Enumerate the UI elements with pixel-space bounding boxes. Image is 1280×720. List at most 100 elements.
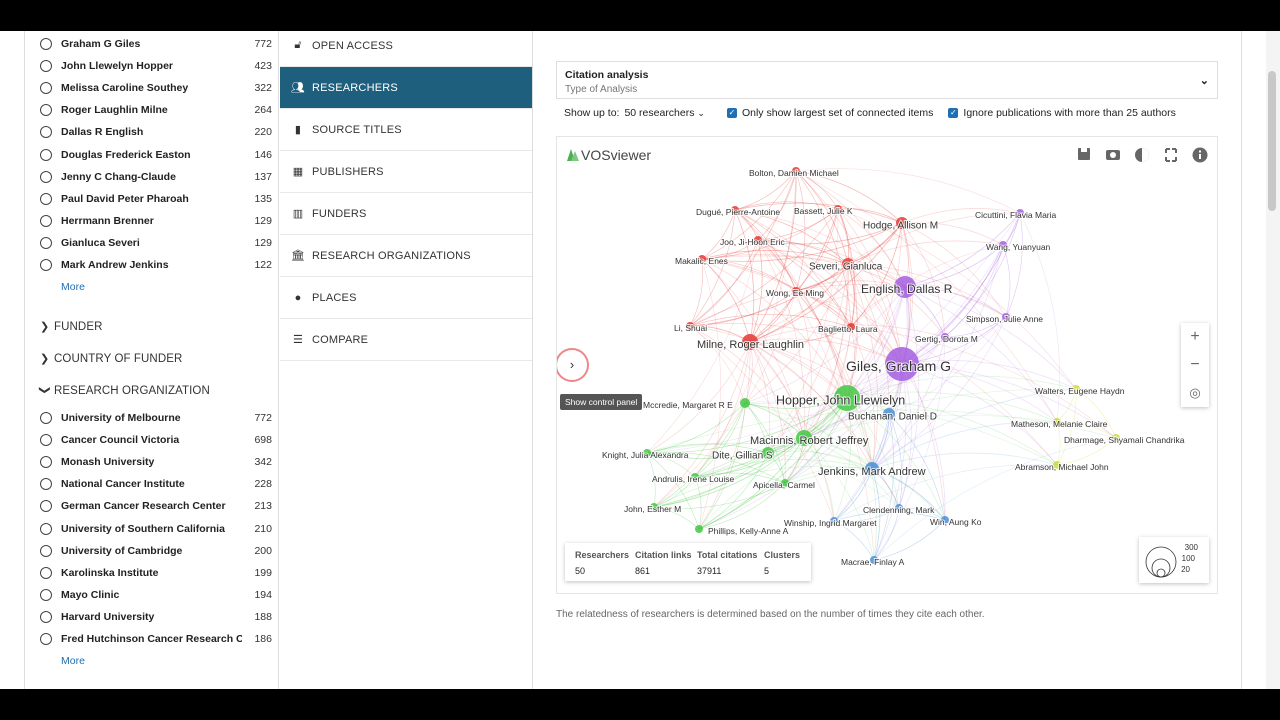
radio-button[interactable]	[40, 456, 52, 469]
network-node-label[interactable]: Andrulis, Irene Louise	[651, 473, 735, 485]
radio-button[interactable]	[40, 259, 52, 271]
section-country-of-funder[interactable]: ❯ COUNTRY OF FUNDER	[40, 352, 182, 366]
brightness-icon[interactable]	[1135, 148, 1149, 162]
nav-item-places[interactable]: ● PLACES	[280, 277, 532, 319]
ignore-pubs-checkbox[interactable]: ✓ Ignore publications with more than 25 …	[948, 107, 1176, 119]
organization-filter-item[interactable]: University of Cambridge 200	[40, 541, 272, 561]
researcher-filter-item[interactable]: Mark Andrew Jenkins 122	[40, 255, 272, 275]
network-node-label[interactable]: Buchanan, Daniel D	[847, 411, 938, 424]
camera-icon[interactable]	[1106, 150, 1120, 160]
radio-button[interactable]	[40, 566, 52, 579]
network-node-label[interactable]: Milne, Roger Laughlin	[696, 338, 805, 352]
network-node-label[interactable]: Matheson, Melanie Claire	[1010, 418, 1109, 430]
network-node-label[interactable]: Walters, Eugene Haydn	[1034, 385, 1126, 397]
radio-button[interactable]	[40, 192, 52, 205]
organization-filter-item[interactable]: Harvard University 188	[40, 607, 272, 627]
network-node[interactable]	[740, 398, 750, 408]
vosviewer-panel[interactable]: Bolton, Damien Michael Dugué, Pierre-Anto…	[556, 136, 1218, 594]
radio-button[interactable]	[40, 126, 52, 139]
nav-item-research-organizations[interactable]: 🏛︎ RESEARCH ORGANIZATIONS	[280, 235, 532, 277]
network-node-label[interactable]: English, Dallas R	[860, 281, 954, 297]
radio-button[interactable]	[40, 148, 52, 161]
info-icon[interactable]	[1192, 147, 1208, 163]
nav-item-researchers[interactable]: 👥︎ RESEARCHERS	[280, 67, 532, 109]
network-node-label[interactable]: Wong, Ee Ming	[765, 287, 825, 299]
network-node-label[interactable]: Hodge, Allison M	[862, 220, 939, 233]
network-node-label[interactable]: Joo, Ji-Hoon Eric	[719, 236, 786, 248]
organization-filter-item[interactable]: University of Southern California 210	[40, 519, 272, 539]
save-icon[interactable]	[1078, 148, 1090, 160]
organization-filter-item[interactable]: University of Melbourne 772	[40, 408, 272, 428]
fullscreen-icon[interactable]	[1165, 148, 1177, 162]
network-node-label[interactable]: Mccredie, Margaret R E	[642, 399, 734, 411]
zoom-in-icon[interactable]: +	[1181, 323, 1209, 351]
radio-button[interactable]	[40, 60, 52, 73]
section-funder[interactable]: ❯ FUNDER	[40, 320, 103, 334]
network-node-label[interactable]: Bolton, Damien Michael	[748, 167, 840, 179]
radio-button[interactable]	[40, 82, 52, 95]
organization-filter-item[interactable]: Cancer Council Victoria 698	[40, 430, 272, 450]
radio-button[interactable]	[40, 588, 52, 601]
researcher-filter-item[interactable]: Graham G Giles 772	[40, 34, 272, 54]
network-node[interactable]	[695, 525, 703, 533]
section-research-organization[interactable]: ❯ RESEARCH ORGANIZATION	[39, 384, 210, 397]
network-node-label[interactable]: Giles, Graham G	[845, 357, 952, 375]
recenter-icon[interactable]: ◎	[1181, 379, 1209, 407]
network-node-label[interactable]: Li, Shuai	[673, 322, 708, 334]
radio-button[interactable]	[40, 500, 52, 513]
radio-button[interactable]	[40, 633, 52, 645]
radio-button[interactable]	[40, 104, 52, 117]
network-node-label[interactable]: Win, Aung Ko	[929, 516, 983, 528]
network-node-label[interactable]: Wang, Yuanyuan	[985, 241, 1052, 253]
radio-button[interactable]	[40, 38, 52, 50]
network-node-label[interactable]: Clendenning, Mark	[862, 504, 936, 516]
scrollbar-thumb[interactable]	[1268, 71, 1276, 211]
network-node-label[interactable]: Hopper, John Llewielyn	[775, 392, 906, 408]
network-node-label[interactable]: Cicuttini, Flavia Maria	[974, 209, 1058, 221]
researcher-filter-item[interactable]: Jenny C Chang-Claude 137	[40, 167, 272, 187]
organization-filter-item[interactable]: Karolinska Institute 199	[40, 563, 272, 583]
radio-button[interactable]	[40, 478, 52, 491]
researchers-more-link[interactable]: More	[61, 281, 85, 293]
radio-button[interactable]	[40, 522, 52, 535]
network-node-label[interactable]: Bassett, Julie K	[793, 205, 854, 217]
network-node-label[interactable]: Apicella, Carmel	[752, 479, 816, 491]
organization-filter-item[interactable]: German Cancer Research Center 213	[40, 496, 272, 516]
largest-set-checkbox[interactable]: ✓ Only show largest set of connected ite…	[726, 107, 933, 119]
nav-item-publishers[interactable]: ▦ PUBLISHERS	[280, 151, 532, 193]
organization-filter-item[interactable]: National Cancer Institute 228	[40, 474, 272, 494]
researcher-filter-item[interactable]: Dallas R English 220	[40, 122, 272, 142]
researcher-filter-item[interactable]: Herrmann Brenner 129	[40, 211, 272, 231]
zoom-out-icon[interactable]: −	[1181, 351, 1209, 379]
researcher-filter-item[interactable]: Roger Laughlin Milne 264	[40, 100, 272, 120]
radio-button[interactable]	[40, 434, 52, 447]
network-map[interactable]: Bolton, Damien Michael Dugué, Pierre-Anto…	[557, 137, 1217, 593]
radio-button[interactable]	[40, 236, 52, 249]
network-node-label[interactable]: John, Esther M	[623, 503, 682, 515]
nav-item-compare[interactable]: ☰ COMPARE	[280, 319, 532, 361]
network-node-label[interactable]: Makalic, Enes	[674, 255, 729, 267]
radio-button[interactable]	[40, 170, 52, 183]
network-node-label[interactable]: Jenkins, Mark Andrew	[817, 465, 927, 479]
researcher-filter-item[interactable]: Douglas Frederick Easton 146	[40, 145, 272, 165]
organization-filter-item[interactable]: Fred Hutchinson Cancer Research Center 18…	[40, 629, 272, 649]
nav-item-funders[interactable]: ▥ FUNDERS	[280, 193, 532, 235]
show-up-to-select[interactable]: 50 researchers ⌄	[624, 107, 705, 119]
network-node-label[interactable]: Dite, Gillian S	[711, 450, 774, 463]
radio-button[interactable]	[40, 214, 52, 227]
network-node-label[interactable]: Gertig, Dorota M	[914, 333, 979, 345]
network-node-label[interactable]: Macrae, Finlay A	[840, 556, 906, 568]
researcher-filter-item[interactable]: Melissa Caroline Southey 322	[40, 78, 272, 98]
network-node-label[interactable]: Simpson, Julie Anne	[965, 313, 1044, 325]
network-node-label[interactable]: Dharmage, Shyamali Chandrika	[1063, 434, 1186, 446]
network-node-label[interactable]: Dugué, Pierre-Antoine	[695, 206, 781, 218]
network-node-label[interactable]: Phillips, Kelly-Anne A	[707, 525, 790, 537]
organization-filter-item[interactable]: Mayo Clinic 194	[40, 585, 272, 605]
radio-button[interactable]	[40, 412, 52, 424]
organization-filter-item[interactable]: Monash University 342	[40, 452, 272, 472]
radio-button[interactable]	[40, 544, 52, 557]
network-node-label[interactable]: Macinnis, Robert Jeffrey	[749, 434, 870, 448]
network-node-label[interactable]: Knight, Julia Alexandra	[601, 449, 690, 461]
show-control-panel-button[interactable]: ›	[557, 348, 589, 382]
network-node-label[interactable]: Severi, Gianluca	[808, 261, 884, 274]
